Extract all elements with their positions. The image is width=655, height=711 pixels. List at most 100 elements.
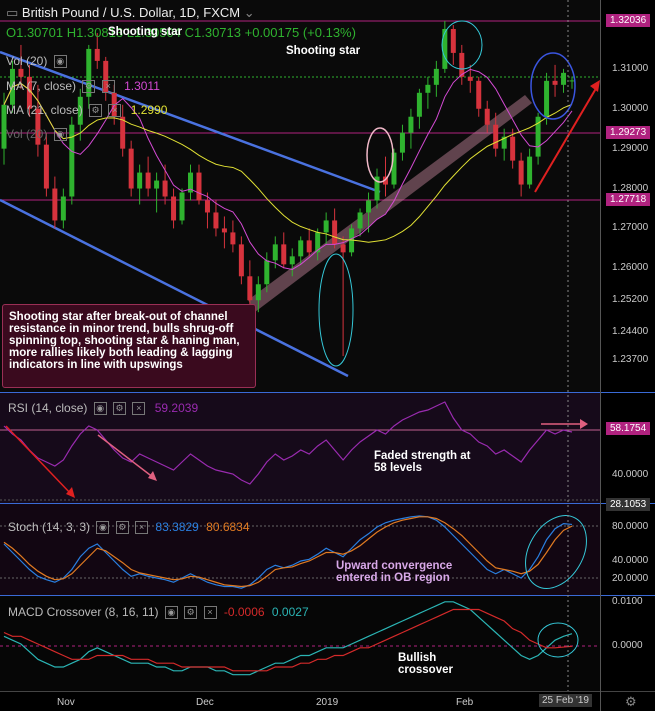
price-axis-tick: 1.29000 [612, 142, 649, 154]
volume-label[interactable]: Vol (20) ◉ [6, 54, 67, 69]
candle-body [289, 256, 295, 265]
candle-body [52, 188, 58, 221]
time-axis-label: Dec [196, 697, 214, 708]
candle-body [399, 132, 405, 153]
candle-body [476, 80, 482, 109]
candle-body [569, 80, 575, 82]
ma21-name: MA (21, close) [6, 103, 83, 117]
price-level-tag: 1.29273 [606, 126, 651, 139]
settings-icon[interactable]: ⚙ [184, 606, 198, 620]
candle-body [281, 244, 287, 265]
close-icon[interactable]: × [132, 402, 146, 416]
stoch-label[interactable]: Stoch (14, 3, 3) ◉ ⚙ × 83.3829 80.6834 [8, 520, 250, 535]
candle-body [306, 240, 312, 253]
macd-signal-value: 0.0027 [271, 605, 309, 619]
settings-icon[interactable]: ⚙ [89, 104, 103, 118]
shooting-star-label: Shooting star [108, 26, 183, 38]
volume-label[interactable]: Vol (20) ◉ [6, 127, 67, 142]
macd-axis-tick: 0.0100 [612, 596, 643, 607]
candle-body [154, 180, 160, 189]
candle-body [60, 196, 66, 221]
ma7-label[interactable]: MA (7, close) ⚙ × 1.3011 [6, 79, 160, 94]
candle-body [179, 192, 185, 221]
candle-body [467, 76, 473, 81]
candle-body [230, 232, 236, 245]
eye-icon[interactable]: ◉ [96, 521, 110, 535]
candle-body [221, 228, 227, 233]
candle-body [162, 180, 168, 197]
stoch-k-value: 83.3829 [155, 520, 199, 534]
rsi-value: 59.2039 [154, 401, 199, 415]
eye-icon[interactable]: ◉ [53, 55, 67, 69]
macd-axis-tick: 0.0000 [612, 640, 643, 651]
ma21-label[interactable]: MA (21, close) ⚙ × 1.2990 [6, 103, 168, 118]
symbol-title[interactable]: British Pound / U.S. Dollar, 1D, FXCM [22, 5, 240, 20]
macd-label[interactable]: MACD Crossover (8, 16, 11) ◉ ⚙ × -0.0006… [8, 605, 309, 620]
rsi-tag: 58.1754 [606, 422, 651, 435]
eye-icon[interactable]: ◉ [93, 402, 107, 416]
rsi-tag: 28.1053 [606, 498, 651, 511]
rsi-axis-tick: 40.0000 [612, 469, 649, 480]
price-axis-tick: 1.23700 [612, 354, 649, 366]
ma7-value: 1.3011 [124, 79, 160, 93]
stoch-note-text: Upward convergence entered in OB region [336, 560, 453, 584]
stoch-axis-tick: 40.0000 [612, 555, 649, 566]
candle-body [137, 172, 143, 189]
rsi-note: Faded strength at 58 levels [374, 450, 471, 474]
stoch-axis-tick: 20.0000 [612, 573, 649, 584]
candle-body [196, 172, 202, 201]
price-axis-tick: 1.31000 [612, 62, 649, 74]
candle-body [94, 48, 100, 61]
stoch-name: Stoch (14, 3, 3) [8, 520, 91, 534]
change-value: +0.00175 (+0.13%) [244, 25, 356, 40]
chevron-down-icon[interactable]: ⌄ [244, 5, 255, 20]
close-icon[interactable]: × [101, 80, 115, 94]
close-icon[interactable]: × [203, 606, 217, 620]
time-axis-label: 2019 [316, 697, 339, 708]
volume-name: Vol (20) [6, 54, 48, 68]
settings-icon[interactable]: ⚙ [82, 80, 96, 94]
price-axis-tick: 1.30000 [612, 102, 649, 114]
shooting-star-label: Shooting star [286, 45, 361, 57]
rsi-name: RSI (14, close) [8, 401, 88, 415]
candle-body [518, 160, 524, 185]
gear-icon[interactable]: ⚙ [625, 694, 637, 710]
candle-body [128, 148, 134, 189]
eye-icon[interactable]: ◉ [53, 128, 67, 142]
candle-body [332, 220, 338, 245]
eye-icon[interactable]: ◉ [164, 606, 178, 620]
candle-body [323, 220, 329, 233]
candle-body [171, 196, 177, 221]
close-value: C1.30713 [184, 25, 241, 40]
candle-body [510, 136, 516, 161]
time-axis-label: Feb [456, 697, 474, 708]
macd-value: -0.0006 [223, 605, 265, 619]
candle-body [357, 212, 363, 229]
settings-icon[interactable]: ⚙ [113, 402, 127, 416]
candle-body [408, 116, 414, 133]
candle-body [272, 244, 278, 261]
candle-body [416, 92, 422, 117]
candle-body [433, 68, 439, 85]
volume-name: Vol (20) [6, 127, 48, 141]
stoch-note: Upward convergence entered in OB region [336, 560, 466, 584]
price-axis-tick: 1.25200 [612, 294, 649, 306]
candle-body [69, 124, 75, 197]
candle-body [247, 276, 253, 301]
chart-header: ▭ British Pound / U.S. Dollar, 1D, FXCM … [6, 5, 255, 21]
close-icon[interactable]: × [108, 104, 122, 118]
price-axis-tick: 1.27000 [612, 222, 649, 234]
settings-icon[interactable]: ⚙ [115, 521, 129, 535]
price-axis-tick: 1.24400 [612, 326, 649, 338]
candle-body [493, 124, 499, 149]
close-icon[interactable]: × [135, 521, 149, 535]
collapse-icon[interactable]: ▭ [6, 5, 18, 20]
candle-body [340, 244, 346, 253]
candle-body [484, 108, 490, 125]
rsi-label[interactable]: RSI (14, close) ◉ ⚙ × 59.2039 [8, 401, 199, 416]
price-level-tag: 1.32036 [606, 14, 651, 27]
candle-body [544, 80, 550, 117]
price-axis-tick: 1.26000 [612, 262, 649, 274]
ma21-value: 1.2990 [130, 103, 168, 117]
candle-body [552, 80, 558, 85]
